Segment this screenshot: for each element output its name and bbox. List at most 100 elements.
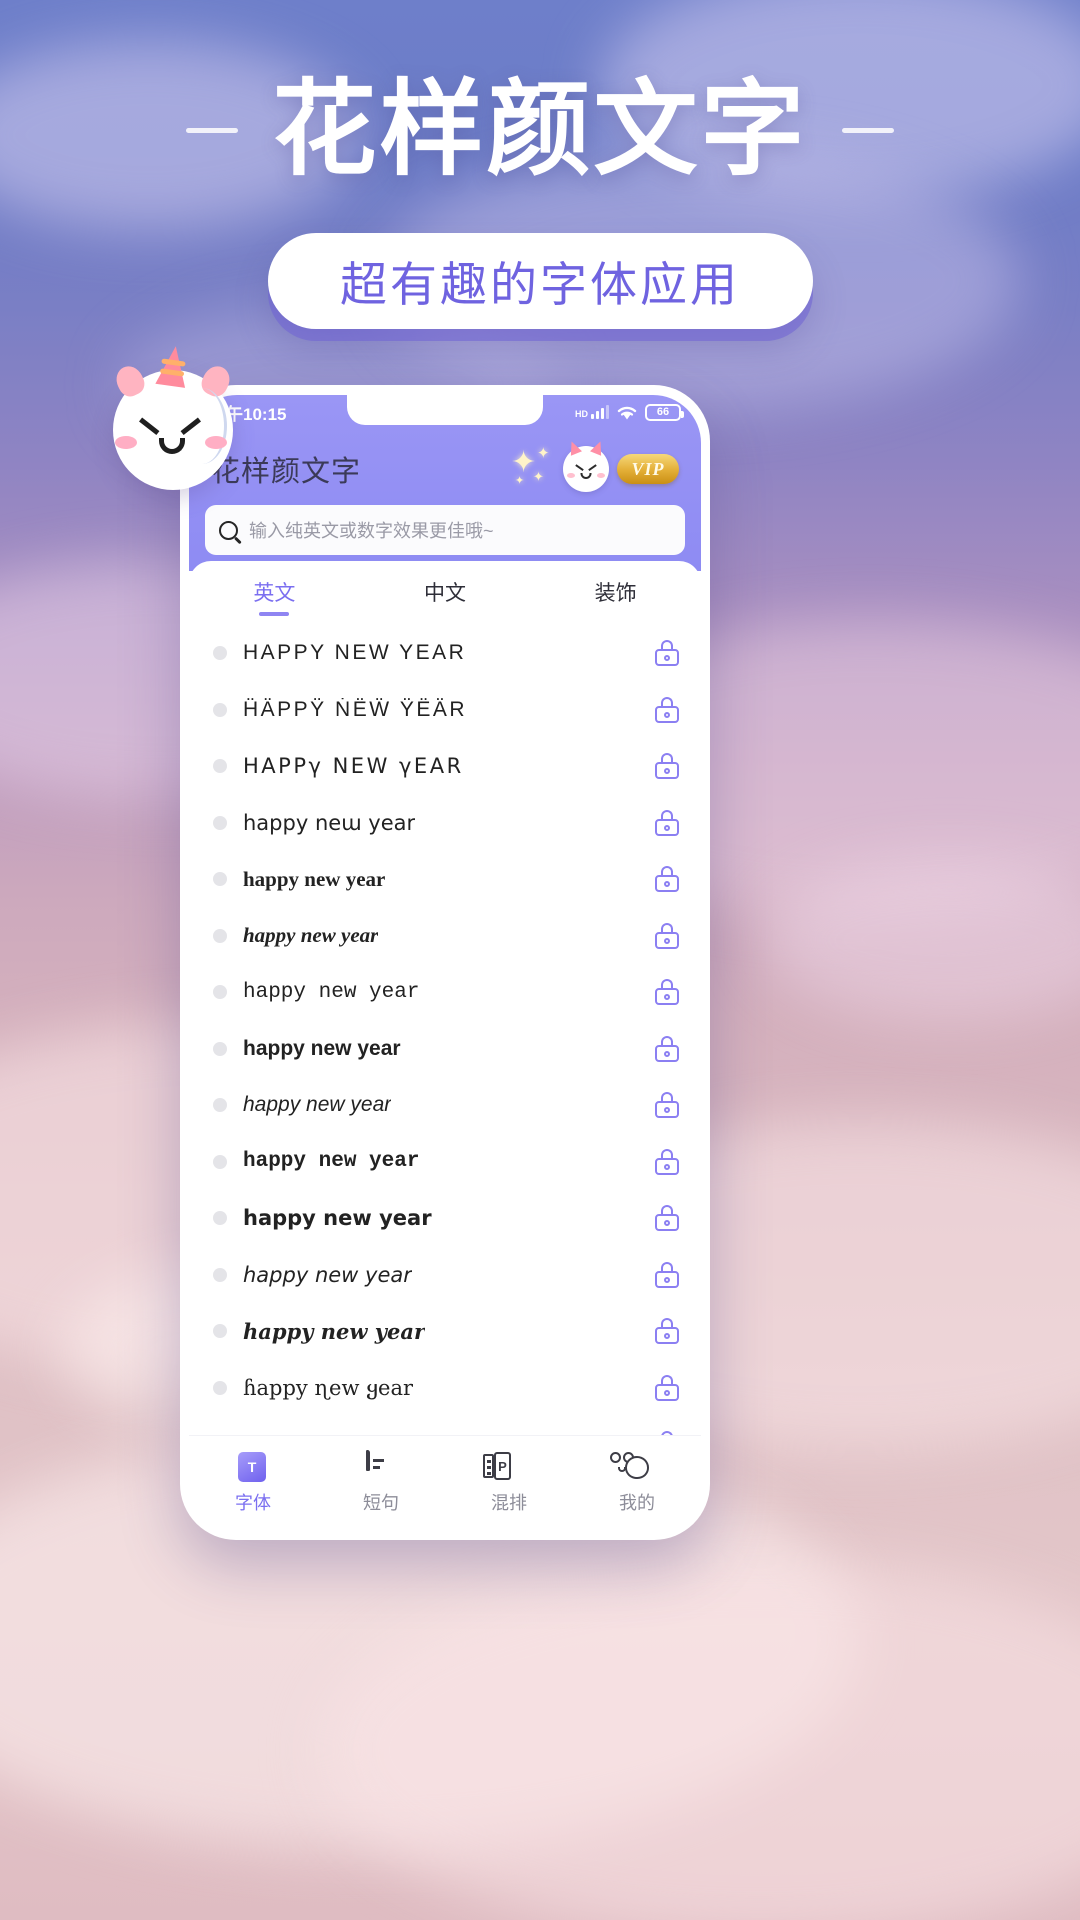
- lock-icon[interactable]: [655, 1374, 679, 1401]
- decorative-dash-right: [841, 127, 894, 133]
- nav-item-profile[interactable]: 我的: [573, 1452, 701, 1515]
- status-bar: 上午10:15 HD 66: [189, 395, 701, 429]
- nav-item-phrases[interactable]: 短句: [317, 1450, 445, 1515]
- radio-icon[interactable]: [213, 985, 227, 1000]
- font-list-row[interactable]: happy neɯ year: [189, 795, 701, 852]
- font-list-row[interactable]: HAPPY NEW YEAR: [189, 625, 701, 682]
- lock-icon[interactable]: [655, 809, 679, 836]
- lock-icon[interactable]: [655, 922, 679, 949]
- font-sample-text: HAPPγ NEW γEAR: [243, 754, 464, 779]
- font-list-row[interactable]: happy new year: [189, 1077, 701, 1134]
- radio-icon[interactable]: [213, 1098, 227, 1113]
- lock-icon[interactable]: [655, 1035, 679, 1062]
- unicorn-mascot-icon: [111, 344, 235, 490]
- font-list-row[interactable]: happy new year: [189, 1134, 701, 1191]
- wifi-icon: [617, 406, 637, 419]
- content-card: 英文 中文 装饰 HAPPY NEW YEAR ḦÄPPŸ ṄËẄ ŸËÄR HAP…: [189, 561, 701, 1531]
- lock-icon[interactable]: [655, 753, 679, 780]
- radio-icon[interactable]: [213, 928, 227, 943]
- radio-icon[interactable]: [213, 1154, 227, 1169]
- nav-label: 混排: [491, 1493, 527, 1513]
- lock-icon[interactable]: [655, 696, 679, 723]
- radio-icon[interactable]: [213, 815, 227, 830]
- header-actions: ✦ ✦ ✦ ✦ VIP: [509, 439, 679, 492]
- font-sample-text: happy new year: [243, 1318, 426, 1344]
- lock-icon[interactable]: [655, 640, 679, 667]
- radio-icon[interactable]: [213, 1267, 227, 1282]
- radio-icon[interactable]: [213, 759, 227, 774]
- radio-icon[interactable]: [213, 646, 227, 661]
- font-sample-text: HAPPY NEW YEAR: [243, 641, 467, 665]
- tab-english[interactable]: 英文: [189, 577, 360, 607]
- font-sample-text: ɦappy ɳew ყear: [243, 1375, 414, 1400]
- font-list-row[interactable]: happy new year: [189, 964, 701, 1021]
- lock-icon[interactable]: [655, 1318, 679, 1345]
- font-list-row[interactable]: happy new year: [189, 908, 701, 965]
- app-title-row: 花样颜文字 ✦ ✦ ✦ ✦ VIP: [189, 431, 701, 493]
- nav-item-fonts[interactable]: T 字体: [189, 1452, 317, 1515]
- app-header-area: 上午10:15 HD 66 花样颜文字 ✦ ✦ ✦ ✦ VIP 输入纯英文或数字…: [189, 395, 701, 571]
- search-bar[interactable]: 输入纯英文或数字效果更佳哦~: [205, 505, 685, 555]
- radio-icon[interactable]: [213, 1380, 227, 1395]
- tab-decoration[interactable]: 装饰: [530, 577, 701, 607]
- lock-icon[interactable]: [655, 1431, 679, 1435]
- font-list-row[interactable]: happy new year: [189, 1021, 701, 1078]
- font-list-row[interactable]: ɦappy ɳew ყear: [189, 1360, 701, 1417]
- app-title: 花样颜文字: [211, 456, 362, 488]
- nav-label: 短句: [363, 1493, 399, 1513]
- font-sample-text: happy new year: [243, 1150, 420, 1174]
- search-input[interactable]: 输入纯英文或数字效果更佳哦~: [249, 517, 494, 543]
- phone-mockup: 上午10:15 HD 66 花样颜文字 ✦ ✦ ✦ ✦ VIP 输入纯英文或数字…: [180, 385, 710, 1540]
- battery-icon: 66: [645, 403, 684, 421]
- poster-title: 花样颜文字: [272, 72, 808, 188]
- sparkle-icon: ✦ ✦ ✦ ✦: [511, 445, 550, 487]
- font-sample-text: happy new year: [243, 980, 420, 1004]
- lock-icon[interactable]: [655, 979, 679, 1006]
- font-sample-text: happy new year: [243, 866, 386, 891]
- nav-item-mix[interactable]: P 混排: [445, 1452, 573, 1515]
- status-bar-row: 上午10:15 HD 66: [189, 395, 701, 431]
- signal-icon: HD: [575, 405, 609, 419]
- nav-label: 字体: [235, 1493, 271, 1513]
- lock-icon[interactable]: [655, 1148, 679, 1175]
- font-sample-text: happy new year: [243, 923, 379, 948]
- font-list-row[interactable]: HAPPγ NEW γEAR: [189, 738, 701, 795]
- lock-icon[interactable]: [655, 866, 679, 893]
- font-sample-text: happy neɯ year: [243, 810, 416, 835]
- hd-label: HD: [575, 409, 588, 419]
- decorative-dash-left: [186, 127, 239, 133]
- bottom-navigation: T 字体 短句 P 混排 我的: [189, 1435, 701, 1531]
- profile-icon: [610, 1452, 652, 1482]
- phone-screen: 上午10:15 HD 66 花样颜文字 ✦ ✦ ✦ ✦ VIP 输入纯英文或数字…: [189, 395, 701, 1531]
- radio-icon[interactable]: [213, 1324, 227, 1339]
- poster-subtitle: 超有趣的字体应用: [340, 258, 740, 312]
- lock-icon[interactable]: [655, 1261, 679, 1288]
- radio-icon[interactable]: [213, 1211, 227, 1226]
- poster-hero: 花样颜文字 超有趣的字体应用: [0, 70, 1080, 329]
- poster-title-row: 花样颜文字: [0, 70, 1080, 191]
- font-sample-text: ḦÄPPŸ ṄËẄ ŸËÄR: [243, 697, 468, 721]
- search-icon: [219, 520, 238, 540]
- lock-icon[interactable]: [655, 1205, 679, 1232]
- vip-badge[interactable]: VIP: [617, 454, 679, 484]
- radio-icon[interactable]: [213, 1041, 227, 1056]
- radio-icon[interactable]: [213, 872, 227, 887]
- font-sample-text: happy new year: [243, 1036, 401, 1060]
- font-list-row[interactable]: ḦÄPPŸ ṄËẄ ŸËÄR: [189, 682, 701, 739]
- font-list-row[interactable]: happy new year: [189, 1190, 701, 1247]
- lock-icon[interactable]: [655, 1092, 679, 1119]
- tab-chinese[interactable]: 中文: [360, 577, 531, 607]
- font-list-row[interactable]: happy new year: [189, 1247, 701, 1304]
- radio-icon[interactable]: [213, 702, 227, 717]
- font-list-row[interactable]: happy new year: [189, 1303, 701, 1360]
- nav-label: 我的: [619, 1493, 655, 1513]
- font-icon: T: [238, 1452, 268, 1482]
- unicorn-avatar-icon[interactable]: [563, 439, 609, 492]
- font-style-list[interactable]: HAPPY NEW YEAR ḦÄPPŸ ṄËẄ ŸËÄR HAPPγ NEW γE…: [189, 617, 701, 1435]
- phrase-icon: [366, 1450, 396, 1482]
- font-list-row[interactable]: happy new year: [189, 851, 701, 908]
- font-list-row[interactable]: ɦappy ɳew ყear: [189, 1416, 701, 1435]
- status-icons: HD 66: [575, 403, 684, 421]
- font-sample-text: happy new year: [243, 1262, 412, 1287]
- category-tabs: 英文 中文 装饰: [189, 561, 701, 617]
